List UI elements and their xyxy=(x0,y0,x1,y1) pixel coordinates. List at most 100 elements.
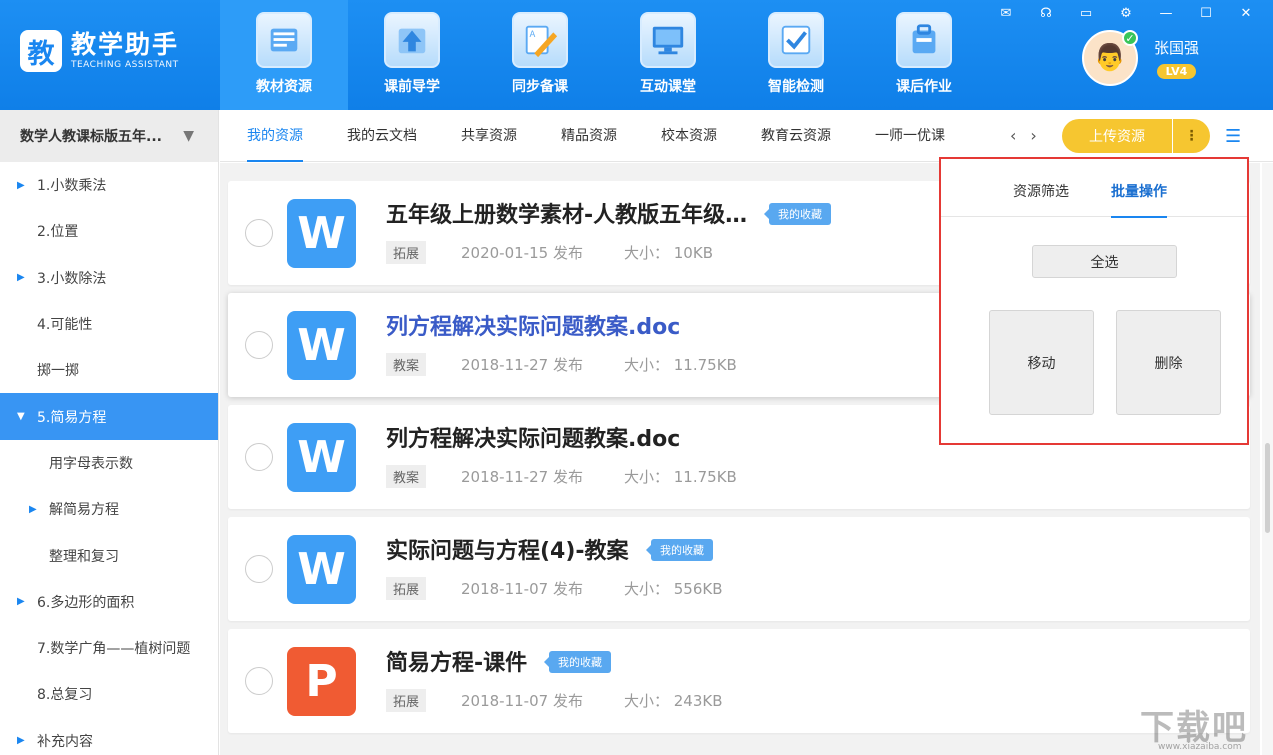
svg-text:A: A xyxy=(530,30,536,40)
scrollbar-thumb[interactable] xyxy=(1265,443,1270,533)
sidebar-item[interactable]: ▼ 5.简易方程 xyxy=(0,393,218,440)
sidebar-item[interactable]: 2.位置 xyxy=(0,208,218,254)
file-date: 2018-11-27 发布 xyxy=(461,468,583,486)
chevron-left-icon[interactable]: ‹ xyxy=(1010,126,1016,145)
sidebar-item-label: 整理和复习 xyxy=(49,548,119,565)
file-tag: 拓展 xyxy=(386,689,427,712)
tab-0[interactable]: 我的资源 xyxy=(220,110,325,162)
sidebar-item-label: 1.小数乘法 xyxy=(37,178,107,195)
file-size: 大小： 556KB xyxy=(624,580,723,598)
sidebar-item[interactable]: ▶ 1.小数乘法 xyxy=(0,162,218,208)
upload-resource-button[interactable]: 上传资源 ⋮ xyxy=(1062,119,1210,153)
select-radio[interactable] xyxy=(245,443,273,471)
chapter-tree: ▶ 1.小数乘法 2.位置 ▶ 3.小数除法 4.可能性 掷一掷 ▼ 5.简易方程 用字母表示数 ▶… xyxy=(0,162,218,755)
resource-card[interactable]: P 简易方程-课件 拓展 2018-11-07 发布 大小： 243KB 我的收藏 xyxy=(228,629,1250,733)
nav-item-0[interactable]: 教材资源 xyxy=(220,0,348,110)
logo-badge-icon: 教 xyxy=(20,30,62,72)
sidebar-item[interactable]: 用字母表示数 xyxy=(0,440,218,486)
file-title[interactable]: 五年级上册数学素材-人教版五年级… xyxy=(386,197,747,229)
move-button[interactable]: 移动 xyxy=(989,310,1094,415)
sidebar-item-label: 解简易方程 xyxy=(49,502,119,519)
nav-item-4[interactable]: 智能检测 xyxy=(732,0,860,110)
sidebar-item[interactable]: ▶ 补充内容 xyxy=(0,718,218,755)
nav-label: 智能检测 xyxy=(768,79,824,95)
select-radio[interactable] xyxy=(245,219,273,247)
nav-item-1[interactable]: 课前导学 xyxy=(348,0,476,110)
triangle-right-icon[interactable]: ▶ xyxy=(17,272,25,283)
favorite-badge: 我的收藏 xyxy=(646,539,713,561)
word-icon: W xyxy=(287,535,356,604)
select-radio[interactable] xyxy=(245,667,273,695)
sidebar-item[interactable]: ▶ 3.小数除法 xyxy=(0,255,218,301)
more-options-icon[interactable]: ⋮ xyxy=(1172,119,1210,153)
nav-item-2[interactable]: A 同步备课 xyxy=(476,0,604,110)
book-selector[interactable]: 数学人教课标版五年... ▼ xyxy=(0,110,218,162)
panel-tab-filter[interactable]: 资源筛选 xyxy=(1013,159,1069,217)
nav-label: 课后作业 xyxy=(896,79,952,95)
tab-3[interactable]: 精品资源 xyxy=(539,110,639,162)
sidebar-item[interactable]: 整理和复习 xyxy=(0,532,218,578)
sidebar-item-label: 7.数学广角——植树问题 xyxy=(37,641,191,658)
word-icon: W xyxy=(287,423,356,492)
bag-icon xyxy=(896,12,952,68)
app-logo: 教 教学助手 TEACHING ASSISTANT xyxy=(20,30,179,72)
file-size: 大小： 243KB xyxy=(624,692,723,710)
panel-tabs: 资源筛选 批量操作 xyxy=(941,159,1247,218)
favorite-badge: 我的收藏 xyxy=(544,651,611,673)
upload-arrow-icon xyxy=(384,12,440,68)
close-icon[interactable]: ✕ xyxy=(1237,6,1255,21)
tab-4[interactable]: 校本资源 xyxy=(639,110,739,162)
file-title[interactable]: 列方程解决实际问题教案.doc xyxy=(386,309,680,341)
sidebar-item[interactable]: ▶ 解简易方程 xyxy=(0,486,218,532)
select-radio[interactable] xyxy=(245,555,273,583)
tab-6[interactable]: 一师一优课 xyxy=(853,110,967,162)
file-title[interactable]: 简易方程-课件 xyxy=(386,645,527,677)
tab-5[interactable]: 教育云资源 xyxy=(739,110,853,162)
headset-icon[interactable]: ☊ xyxy=(1037,6,1055,21)
main-nav: 教材资源 课前导学 A 同步备课 互动课堂 智能检测 课后作业 xyxy=(220,0,988,110)
gear-icon[interactable]: ⚙ xyxy=(1117,6,1135,21)
triangle-right-icon[interactable]: ▶ xyxy=(17,735,25,746)
watermark-url: www.xiazaiba.com xyxy=(1158,742,1242,752)
upload-label: 上传资源 xyxy=(1089,129,1145,145)
tab-2[interactable]: 共享资源 xyxy=(439,110,539,162)
file-tag: 教案 xyxy=(386,465,427,488)
sidebar-item[interactable]: 4.可能性 xyxy=(0,301,218,347)
delete-button[interactable]: 删除 xyxy=(1116,310,1221,415)
triangle-down-icon[interactable]: ▼ xyxy=(17,411,25,422)
panel-tab-batch[interactable]: 批量操作 xyxy=(1111,159,1167,218)
tab-scroll-arrows: ‹ › xyxy=(1010,126,1037,145)
file-title[interactable]: 实际问题与方程(4)-教案 xyxy=(386,533,629,565)
nav-item-3[interactable]: 互动课堂 xyxy=(604,0,732,110)
sidebar-item-label: 4.可能性 xyxy=(37,317,93,334)
user-profile[interactable]: 👨 ✓ 张国强 LV4 xyxy=(1082,30,1199,86)
select-all-button[interactable]: 全选 xyxy=(1032,245,1177,278)
resource-card[interactable]: W 实际问题与方程(4)-教案 拓展 2018-11-07 发布 大小： 556KB 我的… xyxy=(228,517,1250,621)
chevron-right-icon[interactable]: › xyxy=(1030,126,1036,145)
sidebar-item-label: 2.位置 xyxy=(37,224,79,241)
sidebar-item[interactable]: 8.总复习 xyxy=(0,671,218,717)
avatar[interactable]: 👨 ✓ xyxy=(1082,30,1138,86)
monitor-icon xyxy=(640,12,696,68)
maximize-icon[interactable]: ☐ xyxy=(1197,6,1215,21)
window-controls: ✉ ☊ ▭ ⚙ — ☐ ✕ xyxy=(997,6,1255,21)
file-tag: 拓展 xyxy=(386,577,427,600)
triangle-right-icon[interactable]: ▶ xyxy=(17,180,25,191)
screen-icon[interactable]: ▭ xyxy=(1077,6,1095,21)
sidebar-item[interactable]: 7.数学广角——植树问题 xyxy=(0,625,218,671)
tab-1[interactable]: 我的云文档 xyxy=(325,110,439,162)
user-name: 张国强 xyxy=(1154,39,1200,57)
minimize-icon[interactable]: — xyxy=(1157,6,1175,21)
menu-icon[interactable]: ☰ xyxy=(1225,126,1241,147)
scrollbar[interactable] xyxy=(1262,163,1273,755)
nav-item-5[interactable]: 课后作业 xyxy=(860,0,988,110)
triangle-right-icon[interactable]: ▶ xyxy=(17,596,25,607)
sidebar-item[interactable]: 掷一掷 xyxy=(0,347,218,393)
sidebar-item[interactable]: ▶ 6.多边形的面积 xyxy=(0,579,218,625)
word-icon: W xyxy=(287,311,356,380)
mail-icon[interactable]: ✉ xyxy=(997,6,1015,21)
file-title[interactable]: 列方程解决实际问题教案.doc xyxy=(386,421,680,453)
select-radio[interactable] xyxy=(245,331,273,359)
file-date: 2020-01-15 发布 xyxy=(461,244,583,262)
triangle-right-icon[interactable]: ▶ xyxy=(29,504,37,515)
